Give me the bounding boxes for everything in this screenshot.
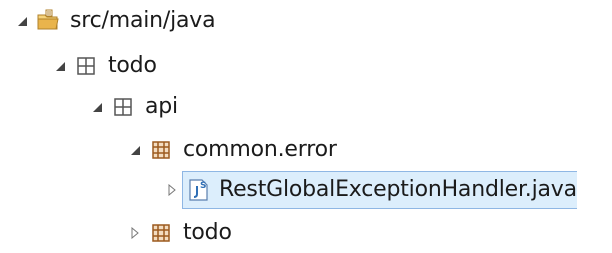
expanded-triangle-icon[interactable] (14, 13, 30, 29)
tree-item-label: todo (183, 220, 232, 245)
expanded-triangle-icon[interactable] (127, 142, 143, 158)
tree-item-todo[interactable]: todo (52, 46, 157, 86)
expanded-triangle-icon[interactable] (89, 99, 105, 115)
tree-item-api[interactable]: api (89, 87, 178, 127)
package-icon (149, 138, 173, 162)
tree-item-rest-global-exception-handler[interactable]: S RestGlobalExceptionHandler.java (164, 170, 577, 210)
tree-item-todo-collapsed[interactable]: todo (127, 213, 232, 253)
tree-item-src-main-java[interactable]: src/main/java (14, 1, 216, 41)
selection-highlight: S RestGlobalExceptionHandler.java (182, 171, 577, 209)
expanded-triangle-icon[interactable] (52, 58, 68, 74)
tree-item-label: src/main/java (70, 8, 216, 33)
svg-text:S: S (200, 181, 206, 191)
empty-package-icon (74, 54, 98, 78)
collapsed-triangle-icon[interactable] (127, 225, 143, 241)
tree-item-label: RestGlobalExceptionHandler.java (219, 177, 577, 202)
collapsed-triangle-icon[interactable] (164, 182, 180, 198)
tree-item-label: todo (108, 53, 157, 78)
empty-package-icon (111, 95, 135, 119)
package-icon (149, 221, 173, 245)
package-explorer-tree: src/main/java todo api common.error S Re… (0, 0, 612, 246)
tree-item-label: api (145, 94, 178, 119)
tree-item-label: common.error (183, 137, 337, 162)
java-file-icon: S (187, 178, 211, 202)
tree-item-common-error[interactable]: common.error (127, 130, 337, 170)
source-folder-icon (36, 9, 60, 33)
